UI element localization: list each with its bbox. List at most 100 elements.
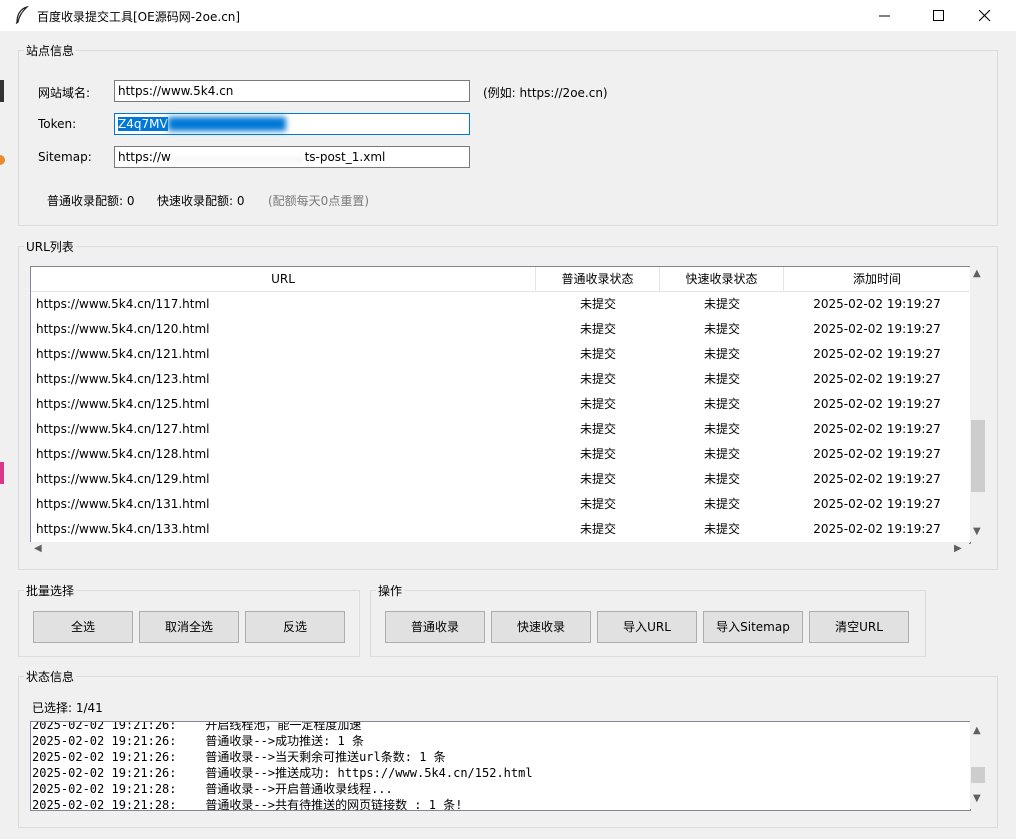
close-icon — [979, 10, 991, 22]
cell-added-time: 2025-02-02 19:19:27 — [813, 397, 941, 411]
fast-submit-button[interactable]: 快速收录 — [491, 611, 591, 643]
table-row[interactable]: https://www.5k4.cn/128.html 未提交 未提交 2025-02… — [31, 442, 970, 467]
cell-fast-status: 未提交 — [703, 347, 740, 361]
cell-added-time: 2025-02-02 19:19:27 — [813, 297, 941, 311]
fast-quota: 快速收录配额: 0 — [157, 194, 245, 208]
import-url-button[interactable]: 导入URL — [597, 611, 697, 643]
column-header-fast-status[interactable]: 快速收录状态 — [660, 267, 784, 291]
token-value: Z4q7MV — [118, 117, 168, 131]
status-log[interactable]: 2025-02-02 19:21:26: 开启线程池，能一定程度加速 2025-0… — [30, 721, 971, 811]
cell-added-time: 2025-02-02 19:19:27 — [813, 522, 941, 536]
table-header: URL 普通收录状态 快速收录状态 添加时间 — [31, 267, 970, 292]
cell-fast-status: 未提交 — [703, 397, 740, 411]
scroll-left-icon[interactable]: ◀ — [34, 543, 42, 554]
site-info-group-label: 站点信息 — [24, 42, 77, 59]
clear-url-button[interactable]: 清空URL — [809, 611, 909, 643]
quota-note: (配额每天0点重置) — [268, 194, 369, 208]
scroll-down-icon[interactable]: ▼ — [973, 793, 981, 804]
column-header-url[interactable]: URL — [31, 267, 536, 291]
log-line: 2025-02-02 19:21:28: 普通收录-->共有待推送的网页链接数 … — [32, 798, 463, 811]
cell-fast-status: 未提交 — [703, 422, 740, 436]
title-bar: 百度收录提交工具[OE源码网-2oe.cn] — [0, 0, 1016, 31]
domain-input[interactable] — [114, 80, 470, 102]
sitemap-tail: ts-post_1.xml — [304, 150, 386, 164]
cell-url: https://www.5k4.cn/131.html — [36, 497, 210, 511]
scrollbar-thumb[interactable] — [971, 420, 985, 492]
normal-quota: 普通收录配额: 0 — [47, 194, 135, 208]
cell-added-time: 2025-02-02 19:19:27 — [813, 322, 941, 336]
cell-fast-status: 未提交 — [703, 322, 740, 336]
scroll-down-icon[interactable]: ▼ — [973, 526, 981, 537]
scroll-up-icon[interactable]: ▲ — [973, 725, 981, 736]
cell-normal-status: 未提交 — [579, 322, 616, 336]
background-window-edge — [0, 462, 4, 484]
cell-normal-status: 未提交 — [579, 297, 616, 311]
url-table-vertical-scrollbar[interactable]: ▲ ▼ — [970, 266, 987, 542]
table-row[interactable]: https://www.5k4.cn/131.html 未提交 未提交 2025-02… — [31, 492, 970, 517]
table-row[interactable]: https://www.5k4.cn/129.html 未提交 未提交 2025-02… — [31, 467, 970, 492]
maximize-button[interactable] — [916, 0, 962, 31]
url-list-group-label: URL列表 — [24, 238, 76, 255]
status-group-label: 状态信息 — [24, 668, 77, 685]
cell-url: https://www.5k4.cn/129.html — [36, 472, 210, 486]
sitemap-value: https://w — [118, 150, 171, 164]
cell-added-time: 2025-02-02 19:19:27 — [813, 472, 941, 486]
cell-fast-status: 未提交 — [703, 372, 740, 386]
table-row[interactable]: https://www.5k4.cn/133.html 未提交 未提交 2025-02… — [31, 517, 970, 542]
feather-icon — [15, 6, 29, 24]
cell-url: https://www.5k4.cn/127.html — [36, 422, 210, 436]
minimize-button[interactable] — [862, 0, 908, 31]
log-line: 2025-02-02 19:21:26: 普通收录-->成功推送: 1 条 — [32, 734, 364, 748]
cell-normal-status: 未提交 — [579, 397, 616, 411]
scroll-up-icon[interactable]: ▲ — [973, 268, 981, 279]
table-row[interactable]: https://www.5k4.cn/121.html 未提交 未提交 2025-02… — [31, 342, 970, 367]
cell-normal-status: 未提交 — [579, 347, 616, 361]
cell-normal-status: 未提交 — [579, 372, 616, 386]
cell-normal-status: 未提交 — [579, 522, 616, 536]
cell-url: https://www.5k4.cn/121.html — [36, 347, 210, 361]
url-table-horizontal-scrollbar[interactable]: ◀ ▶ — [30, 542, 969, 558]
minimize-icon — [879, 15, 890, 17]
cell-normal-status: 未提交 — [579, 422, 616, 436]
cell-fast-status: 未提交 — [703, 472, 740, 486]
cell-fast-status: 未提交 — [703, 297, 740, 311]
table-row[interactable]: https://www.5k4.cn/120.html 未提交 未提交 2025-02… — [31, 317, 970, 342]
import-sitemap-button[interactable]: 导入Sitemap — [703, 611, 803, 643]
domain-hint: (例如: https://2oe.cn) — [483, 86, 608, 100]
column-header-added-time[interactable]: 添加时间 — [784, 267, 970, 291]
log-line: 2025-02-02 19:21:28: 普通收录-->开启普通收录线程... — [32, 782, 393, 796]
cell-url: https://www.5k4.cn/133.html — [36, 522, 210, 536]
select-all-button[interactable]: 全选 — [33, 611, 133, 643]
background-window-edge — [0, 80, 4, 102]
table-row[interactable]: https://www.5k4.cn/125.html 未提交 未提交 2025-02… — [31, 392, 970, 417]
cell-fast-status: 未提交 — [703, 522, 740, 536]
cell-url: https://www.5k4.cn/128.html — [36, 447, 210, 461]
invert-selection-button[interactable]: 反选 — [245, 611, 345, 643]
cell-normal-status: 未提交 — [579, 447, 616, 461]
log-line: 2025-02-02 19:21:26: 开启线程池，能一定程度加速 — [32, 721, 362, 732]
sitemap-input[interactable]: https://w.......................ts-post_… — [114, 146, 470, 168]
cell-normal-status: 未提交 — [579, 472, 616, 486]
cell-fast-status: 未提交 — [703, 497, 740, 511]
url-table[interactable]: URL 普通收录状态 快速收录状态 添加时间 https://www.5k4.c… — [30, 266, 971, 544]
window-title: 百度收录提交工具[OE源码网-2oe.cn] — [37, 10, 241, 24]
normal-submit-button[interactable]: 普通收录 — [385, 611, 485, 643]
token-input[interactable]: Z4q7MV — [114, 113, 470, 135]
table-row[interactable]: https://www.5k4.cn/117.html 未提交 未提交 2025-02… — [31, 292, 970, 317]
cell-added-time: 2025-02-02 19:19:27 — [813, 447, 941, 461]
cell-added-time: 2025-02-02 19:19:27 — [813, 497, 941, 511]
table-row[interactable]: https://www.5k4.cn/127.html 未提交 未提交 2025-02… — [31, 417, 970, 442]
close-button[interactable] — [962, 0, 1008, 31]
sitemap-label: Sitemap: — [38, 150, 92, 164]
cell-added-time: 2025-02-02 19:19:27 — [813, 347, 941, 361]
batch-select-group-label: 批量选择 — [24, 582, 77, 599]
deselect-all-button[interactable]: 取消全选 — [139, 611, 239, 643]
scroll-right-icon[interactable]: ▶ — [954, 543, 962, 554]
background-window-edge — [0, 155, 5, 165]
scrollbar-thumb[interactable] — [971, 767, 985, 783]
log-vertical-scrollbar[interactable]: ▲ ▼ — [970, 721, 987, 809]
column-header-normal-status[interactable]: 普通收录状态 — [536, 267, 660, 291]
sitemap-redacted: ....................... — [170, 150, 305, 164]
table-row[interactable]: https://www.5k4.cn/123.html 未提交 未提交 2025-02… — [31, 367, 970, 392]
token-redacted — [167, 117, 286, 131]
